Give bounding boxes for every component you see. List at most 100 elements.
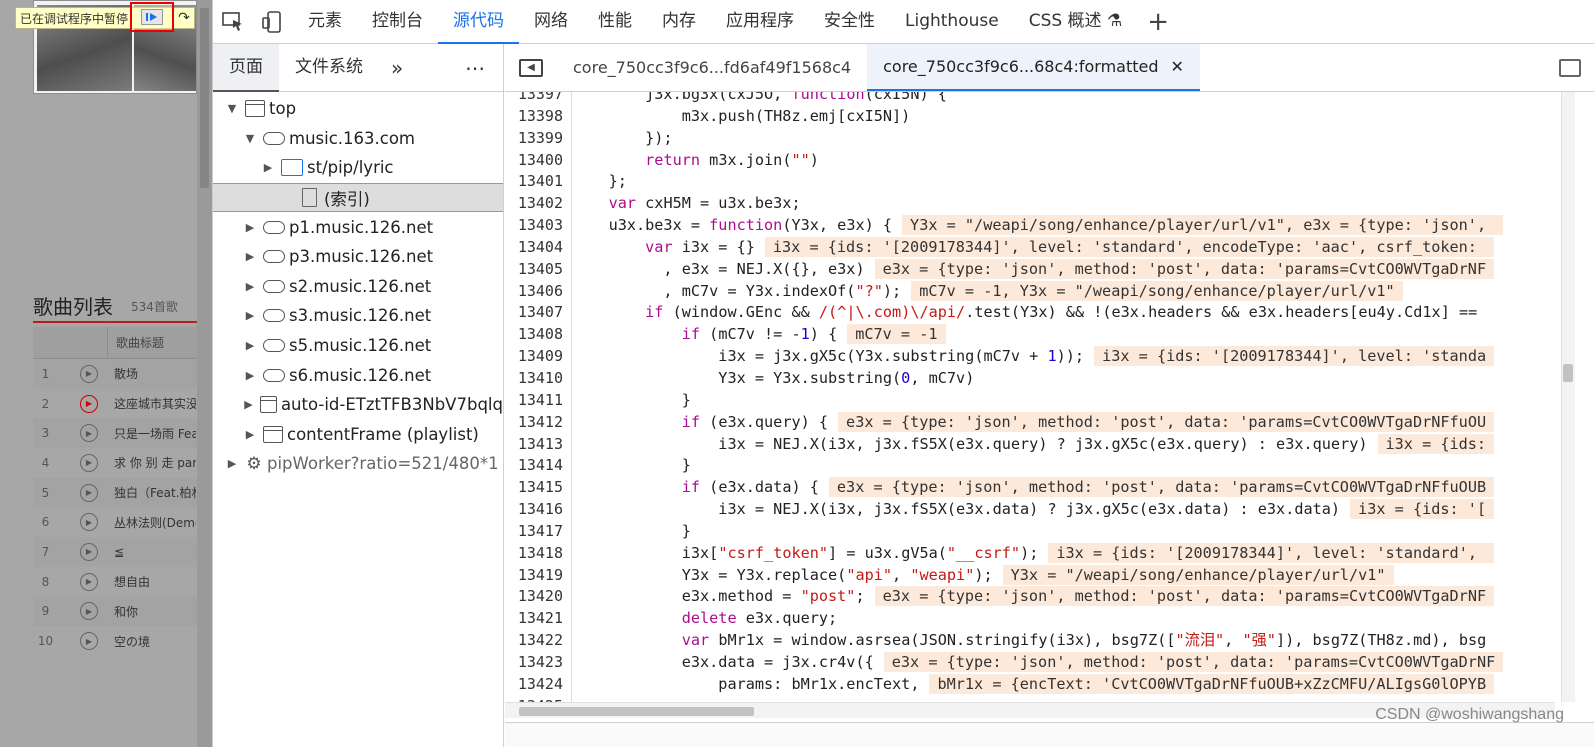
code-scrollbar-thumb[interactable] xyxy=(1563,364,1573,382)
line-number[interactable]: 13410 xyxy=(505,368,571,390)
tree-node[interactable]: ▶ s6.music.126.net xyxy=(213,360,503,390)
expand-arrow-icon[interactable]: ▶ xyxy=(241,428,259,441)
play-icon[interactable]: ▶ xyxy=(80,453,98,472)
expand-arrow-icon[interactable]: ▶ xyxy=(241,309,259,322)
play-icon[interactable]: ▶ xyxy=(80,394,98,413)
expand-arrow-icon[interactable]: ▶ xyxy=(241,221,259,234)
play-icon[interactable]: ▶ xyxy=(80,424,98,443)
line-number[interactable]: 13414 xyxy=(505,455,571,477)
line-number[interactable]: 13400 xyxy=(505,150,571,172)
line-number[interactable]: 13409 xyxy=(505,346,571,368)
more-options-icon[interactable]: ⋯ xyxy=(453,56,497,80)
line-number[interactable]: 13405 xyxy=(505,259,571,281)
song-title[interactable]: 这座城市其实没 xyxy=(114,395,196,412)
expand-arrow-icon[interactable]: ▶ xyxy=(223,457,241,470)
tree-node[interactable]: (索引) xyxy=(213,182,503,213)
tree-node[interactable]: ▶ contentFrame (playlist) xyxy=(213,420,503,450)
line-number[interactable]: 13422 xyxy=(505,630,571,652)
line-number[interactable]: 13411 xyxy=(505,390,571,412)
expand-arrow-icon[interactable]: ▶ xyxy=(241,369,259,382)
play-icon[interactable]: ▶ xyxy=(80,572,98,591)
line-number[interactable]: 13397 xyxy=(505,92,571,106)
song-title[interactable]: 只是一场雨 Fea xyxy=(114,425,196,442)
devtools-tab[interactable]: 元素 xyxy=(293,0,357,44)
play-icon[interactable]: ▶ xyxy=(80,542,98,561)
line-number[interactable]: 13421 xyxy=(505,608,571,630)
tree-node[interactable]: ▼ music.163.com xyxy=(213,124,503,154)
line-number[interactable]: 13418 xyxy=(505,543,571,565)
song-row[interactable]: 8 ▶ 想自由 xyxy=(33,567,197,597)
song-title[interactable]: 独白（Feat.柏林 xyxy=(114,484,196,501)
devtools-tab[interactable]: CSS 概述 ⚗ xyxy=(1014,0,1138,44)
toggle-navigator-icon[interactable]: ◀ xyxy=(505,44,557,91)
file-tab-formatted[interactable]: core_750cc3f9c6...68c4:formatted ✕ xyxy=(867,44,1200,91)
expand-arrow-icon[interactable]: ▼ xyxy=(241,132,259,145)
tree-node[interactable]: ▶ s3.music.126.net xyxy=(213,301,503,331)
song-row[interactable]: 5 ▶ 独白（Feat.柏林 xyxy=(33,477,197,508)
tree-node[interactable]: ▶ p1.music.126.net xyxy=(213,212,503,242)
play-icon[interactable]: ▶ xyxy=(80,513,98,532)
code-vertical-scrollbar[interactable] xyxy=(1555,92,1594,702)
line-number[interactable]: 13413 xyxy=(505,434,571,456)
devtools-tab[interactable]: 源代码 xyxy=(438,0,519,44)
code-view[interactable]: 13397 13398 13399 13400 13401 13402 13403 13404… xyxy=(505,92,1555,702)
tree-node[interactable]: ▼ top xyxy=(213,94,503,124)
line-number[interactable]: 13401 xyxy=(505,171,571,193)
devtools-tab[interactable]: Lighthouse xyxy=(890,0,1014,44)
code-lines[interactable]: j3x.bg3x(cxJ5O, function(cxI5N) { m3x.pu… xyxy=(572,92,1555,702)
play-icon[interactable]: ▶ xyxy=(80,632,98,651)
page-scrollbar-thumb[interactable] xyxy=(200,8,209,188)
expand-arrow-icon[interactable]: ▶ xyxy=(259,161,277,174)
song-row[interactable]: 2 ▶ 这座城市其实没 xyxy=(33,389,197,419)
page-scrollbar[interactable] xyxy=(197,0,212,747)
line-number[interactable]: 13404 xyxy=(505,237,571,259)
add-panel-button[interactable]: + xyxy=(1137,7,1179,37)
devtools-tab[interactable]: 控制台 xyxy=(357,0,438,44)
tab-page[interactable]: 页面 xyxy=(213,43,279,92)
devtools-tab[interactable]: 安全性 xyxy=(809,0,890,44)
tree-node[interactable]: ▶ s5.music.126.net xyxy=(213,331,503,361)
song-row[interactable]: 7 ▶ ≦ xyxy=(33,537,197,567)
song-title[interactable]: 想自由 xyxy=(114,573,196,590)
expand-arrow-icon[interactable]: ▶ xyxy=(241,250,259,263)
tab-filesystem[interactable]: 文件系统 xyxy=(279,44,379,92)
song-row[interactable]: 3 ▶ 只是一场雨 Fea xyxy=(33,418,197,449)
resume-button[interactable] xyxy=(130,2,174,32)
devtools-tab[interactable]: 内存 xyxy=(647,0,711,44)
device-toolbar-icon[interactable] xyxy=(253,0,293,44)
file-tab-minified[interactable]: core_750cc3f9c6...fd6af49f1568c4 xyxy=(557,44,867,91)
line-number-gutter[interactable]: 13397 13398 13399 13400 13401 13402 13403 13404… xyxy=(505,92,572,702)
song-title[interactable]: 空の境 xyxy=(114,633,196,650)
line-number[interactable]: 13399 xyxy=(505,128,571,150)
song-title[interactable]: 丛林法则(Demo xyxy=(114,514,196,531)
devtools-tab[interactable]: 应用程序 xyxy=(711,0,809,44)
tree-node[interactable]: ▶ st/pip/lyric xyxy=(213,153,503,183)
line-number[interactable]: 13408 xyxy=(505,324,571,346)
tree-node[interactable]: ▶ ⚙ pipWorker?ratio=521/480*1 xyxy=(213,449,503,479)
toggle-debugger-icon[interactable] xyxy=(1545,44,1594,91)
song-title[interactable]: 和你 xyxy=(114,603,196,620)
line-number[interactable]: 13424 xyxy=(505,674,571,696)
tree-node[interactable]: ▶ p3.music.126.net xyxy=(213,242,503,272)
line-number[interactable]: 13416 xyxy=(505,499,571,521)
devtools-tab[interactable]: 网络 xyxy=(519,0,583,44)
line-number[interactable]: 13407 xyxy=(505,302,571,324)
song-title[interactable]: ≦ xyxy=(114,545,196,559)
line-number[interactable]: 13419 xyxy=(505,565,571,587)
play-icon[interactable]: ▶ xyxy=(80,483,98,502)
song-row[interactable]: 10 ▶ 空の境 xyxy=(33,626,197,656)
song-row[interactable]: 6 ▶ 丛林法则(Demo xyxy=(33,507,197,537)
close-tab-icon[interactable]: ✕ xyxy=(1171,57,1184,76)
line-number[interactable]: 13406 xyxy=(505,281,571,303)
expand-arrow-icon[interactable]: ▶ xyxy=(241,280,259,293)
more-tabs-icon[interactable]: » xyxy=(379,56,415,80)
tree-node[interactable]: ▶ auto-id-ETztTFB3NbV7bqlq xyxy=(213,390,503,420)
song-title[interactable]: 散场 xyxy=(114,365,196,382)
song-row[interactable]: 1 ▶ 散场 xyxy=(33,359,197,389)
play-icon[interactable]: ▶ xyxy=(80,602,98,621)
line-number[interactable]: 13415 xyxy=(505,477,571,499)
code-hscrollbar-thumb[interactable] xyxy=(519,707,754,716)
inspect-element-icon[interactable] xyxy=(213,0,253,44)
song-row[interactable]: 4 ▶ 求 你 别 走 par xyxy=(33,448,197,478)
line-number[interactable]: 13423 xyxy=(505,652,571,674)
